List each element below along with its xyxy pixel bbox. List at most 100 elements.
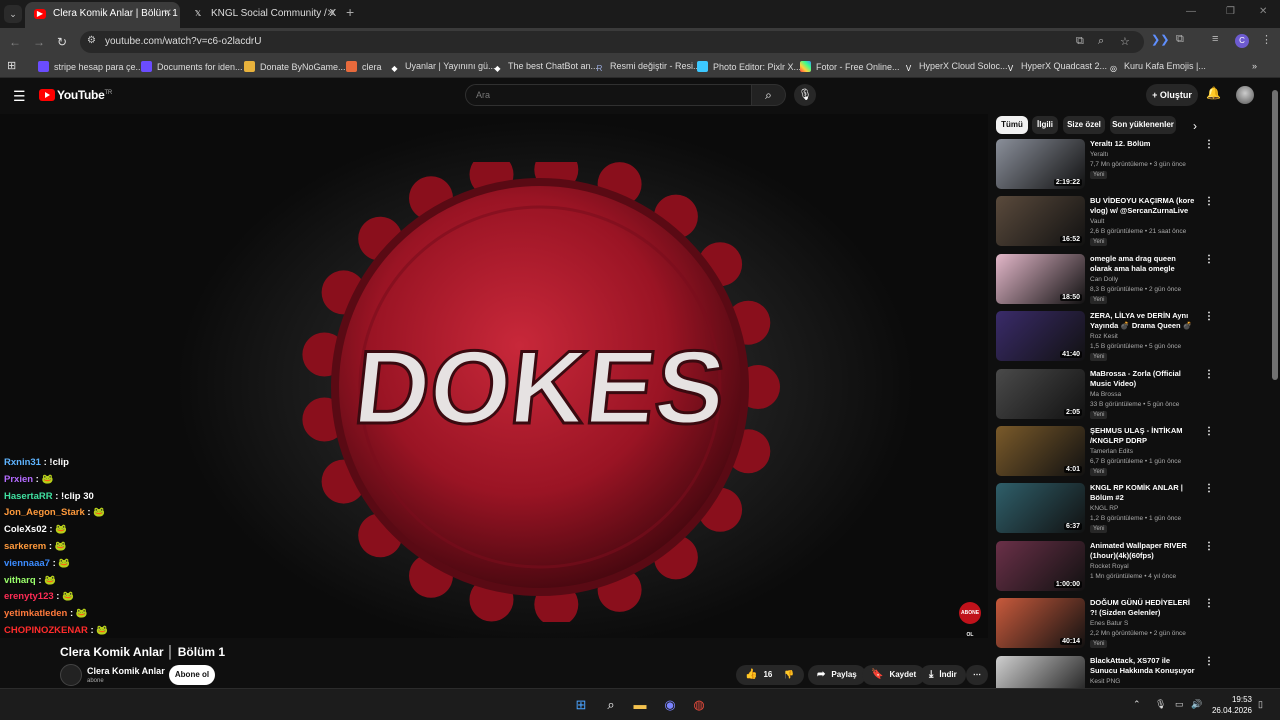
search-button[interactable]: ⌕ [752,84,786,106]
notification-icon[interactable]: ▯ [1258,699,1263,710]
chip-for-you[interactable]: Size özel [1063,116,1105,134]
more-options-icon[interactable]: ⋮ [1204,311,1214,322]
recommendation-item[interactable]: 18:50 omegle ama drag queen olarak ama ha… [996,253,1268,306]
bookmark-item[interactable]: stripe hesap para çe... [38,61,143,72]
video-thumbnail[interactable]: 4:01 [996,426,1085,476]
extensions-puzzle-icon[interactable]: ⧉ [1176,33,1184,46]
recommendation-title[interactable]: DOĞUM GÜNÜ HEDİYELERİ ?! (Sizden Gelenle… [1090,598,1198,618]
recommendation-channel[interactable]: Can Dolly [1090,276,1118,283]
search-input[interactable]: Ara [465,84,752,106]
save-button[interactable]: 🔖 Kaydet [862,665,926,685]
recommendation-item[interactable]: 1:00:00 Animated Wallpaper RIVER (1hour)(… [996,540,1268,593]
tab-search-button[interactable]: ⌄ [4,5,22,23]
recommendation-item[interactable]: 6:37 KNGL RP KOMİK ANLAR | Bölüm #2 KNGL R… [996,483,1268,535]
video-thumbnail[interactable]: 2:19:22 [996,139,1085,189]
bookmark-item[interactable]: Documents for iden... [141,61,243,72]
recommendation-item[interactable]: 2:19:22 Yeraltı 12. Bölüm Yeraltı 7,7 Mn gö… [996,139,1268,191]
create-button[interactable]: + Oluştur [1146,84,1198,106]
recommendation-channel[interactable]: Kesit PNG [1090,678,1120,685]
bookmark-item[interactable]: Donate ByNoGame... [244,61,346,72]
tray-overflow-icon[interactable]: ⌃ [1133,699,1141,710]
more-actions-button[interactable]: ⋯ [966,665,988,685]
forward-arrow-icon[interactable]: → [30,33,48,51]
recommendation-title[interactable]: BlackAttack, XS707 ile Sunucu Hakkında K… [1090,656,1198,676]
reload-icon[interactable]: ↻ [53,33,71,51]
apps-grid-icon[interactable]: ⊞ [7,59,16,72]
minimize-icon[interactable]: — [1186,6,1196,17]
recommendation-channel[interactable]: Ma Brossa [1090,391,1121,398]
recommendation-title[interactable]: ŞEHMUS ULAŞ - İNTİKAM /KNGLRP DDRP [1090,426,1198,446]
microphone-icon[interactable]: 🎙 [1155,699,1166,710]
recommendation-title[interactable]: MaBrossa - Zorla (Official Music Video) [1090,369,1198,389]
more-options-icon[interactable]: ⋮ [1204,483,1214,494]
new-tab-button[interactable]: + [346,4,354,20]
tab-x[interactable]: 𝕏 KNGL Social Community / X ✕ [183,2,343,28]
recommendation-channel[interactable]: Tamerlan Edits [1090,448,1133,455]
recommendation-item[interactable]: 16:52 BU VİDEOYU KAÇIRMA (kore vlog) w/ @… [996,196,1268,248]
recommendation-title[interactable]: ZERA, LİLYA ve DERİN Aynı Yayında 💣 Dram… [1090,311,1198,331]
more-options-icon[interactable]: ⋮ [1204,541,1214,552]
recommendation-channel[interactable]: Rocket Royal [1090,563,1129,570]
recommendation-title[interactable]: KNGL RP KOMİK ANLAR | Bölüm #2 [1090,483,1198,503]
discord-icon[interactable]: ◉ [662,697,678,713]
more-options-icon[interactable]: ⋮ [1204,426,1214,437]
subscribe-watermark[interactable]: ABONE OL [959,602,981,638]
recommendation-channel[interactable]: Enes Batur S [1090,620,1128,627]
recommendation-title[interactable]: omegle ama drag queen olarak ama hala om… [1090,254,1198,274]
chrome-icon[interactable]: ◍ [691,697,707,713]
account-avatar[interactable] [1236,86,1254,104]
tab-youtube[interactable]: ▶ Clera Komik Anlar | Bölüm 1 - Y ✕ [25,2,180,28]
more-options-icon[interactable]: ⋮ [1204,196,1214,207]
network-icon[interactable]: ▭ [1175,699,1184,710]
cast-icon[interactable]: ⧉ [1076,35,1084,48]
recommendation-channel[interactable]: Roz Kesit [1090,333,1118,340]
channel-name[interactable]: Clera Komik Anlar [87,666,165,676]
bookmark-star-icon[interactable]: ☆ [1120,35,1130,48]
voice-search-button[interactable]: 🎙 [794,84,816,106]
bookmark-item[interactable]: R Resmi değiştir - Resi... [594,61,701,74]
video-thumbnail[interactable]: 40:14 [996,598,1085,649]
bookmark-item[interactable]: clera [346,61,382,72]
youtube-logo[interactable]: YouTubeTR [39,88,112,102]
kebab-menu-icon[interactable]: ⋮ [1261,33,1272,46]
bookmark-item[interactable]: Fotor - Free Online... [800,61,900,72]
recommendation-title[interactable]: Yeraltı 12. Bölüm [1090,139,1198,149]
close-tab-icon[interactable]: ✕ [164,2,172,26]
video-thumbnail[interactable]: 16:52 [996,196,1085,247]
bookmark-item[interactable]: V HyperX Quadcast 2... [1005,61,1107,74]
bookmark-item[interactable]: ◆ Uyanlar | Yayınını gü... [389,61,495,74]
back-arrow-icon[interactable]: ← [6,33,24,51]
recommendation-item[interactable]: 41:40 ZERA, LİLYA ve DERİN Aynı Yayında 💣… [996,311,1268,363]
volume-icon[interactable]: 🔊 [1191,699,1202,710]
media-control-icon[interactable]: ≡ [1212,33,1218,45]
recommendation-channel[interactable]: Vault [1090,218,1104,225]
bookmark-item[interactable]: ◎ Kuru Kafa Emojis |... [1108,61,1206,74]
site-info-icon[interactable]: ⚙ [87,35,96,46]
file-explorer-icon[interactable]: ▬ [632,697,648,713]
recommendation-item[interactable]: 40:14 DOĞUM GÜNÜ HEDİYELERİ ?! (Sizden Ge… [996,598,1268,650]
video-player[interactable]: DOKES ABONE OL Rxnin31 : !clip Prxien : 🐸… [0,114,988,638]
system-clock[interactable]: 19:53 26.04.2026 [1210,694,1252,716]
recommendation-title[interactable]: BU VİDEOYU KAÇIRMA (kore vlog) w/ @Serca… [1090,196,1198,216]
subscribe-button[interactable]: Abone ol [169,665,215,685]
notifications-bell-icon[interactable]: 🔔 [1206,86,1221,100]
chevron-right-icon[interactable]: › [1193,119,1197,133]
video-thumbnail[interactable]: 1:00:00 [996,540,1085,591]
profile-avatar[interactable]: C [1235,34,1249,48]
close-tab-icon[interactable]: ✕ [327,2,335,26]
channel-avatar[interactable] [60,664,82,686]
chip-recent[interactable]: Son yüklenenler [1110,116,1176,134]
more-options-icon[interactable]: ⋮ [1204,598,1214,609]
recommendation-item[interactable]: 4:01 ŞEHMUS ULAŞ - İNTİKAM /KNGLRP DDRP Ta… [996,426,1268,478]
recommendation-item[interactable]: 2:05 MaBrossa - Zorla (Official Music Vid… [996,368,1268,421]
download-button[interactable]: ⤓ İndir [920,665,966,685]
recommendation-title[interactable]: Animated Wallpaper RIVER (1hour)(4k)(60f… [1090,541,1198,561]
bookmark-item[interactable]: ◆ The best ChatBot an... [492,61,598,74]
recommendation-channel[interactable]: KNGL RP [1090,505,1118,512]
address-bar[interactable]: ⚙ youtube.com/watch?v=c6-o2lacdrU ⧉ ⌕ ☆ [80,31,1144,53]
close-window-icon[interactable]: ✕ [1259,6,1267,17]
more-options-icon[interactable]: ⋮ [1204,656,1214,667]
more-options-icon[interactable]: ⋮ [1204,254,1214,265]
more-options-icon[interactable]: ⋮ [1204,369,1214,380]
search-icon[interactable]: ⌕ [603,697,619,713]
